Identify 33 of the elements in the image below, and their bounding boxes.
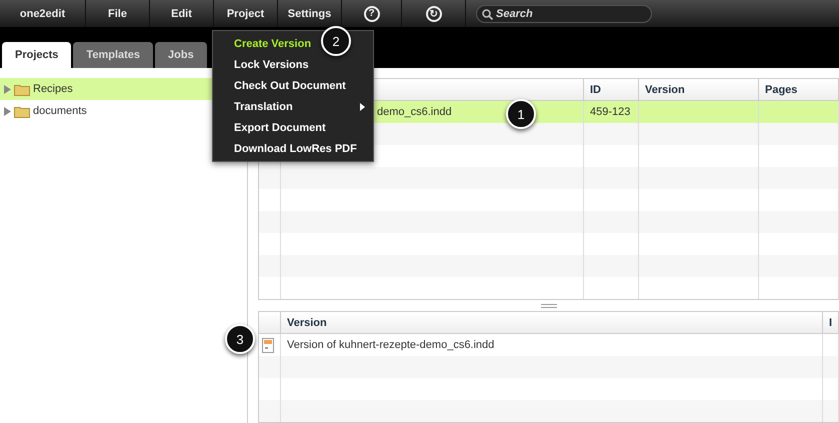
splitter-handle-icon[interactable] bbox=[540, 304, 556, 308]
menu-item[interactable]: Create Version bbox=[213, 33, 320, 54]
column-header[interactable]: Version bbox=[639, 79, 759, 101]
table-cell: 459-123 bbox=[590, 106, 630, 118]
column-header[interactable]: I bbox=[823, 312, 839, 334]
menu-item[interactable]: Edit bbox=[171, 8, 192, 20]
search-field[interactable]: Search bbox=[476, 4, 652, 22]
column-header[interactable]: Pages bbox=[759, 79, 839, 101]
menu-item[interactable]: Download LowRes PDF bbox=[213, 138, 365, 159]
folder-name: Recipes bbox=[33, 83, 73, 95]
menu-item[interactable]: Lock Versions bbox=[213, 54, 317, 75]
tab[interactable]: Jobs bbox=[155, 42, 207, 68]
table-row[interactable]: Version of kuhnert-rezepte-demo_cs6.indd bbox=[259, 334, 839, 356]
search-icon bbox=[482, 8, 493, 20]
menu-item[interactable]: Settings bbox=[288, 8, 332, 20]
table-cell: demo_cs6.indd bbox=[377, 106, 452, 118]
expand-arrow-icon[interactable] bbox=[4, 84, 11, 94]
callout-number: 3 bbox=[225, 324, 255, 354]
menu-item[interactable]: File bbox=[108, 8, 127, 20]
refresh-button[interactable]: ↻ bbox=[426, 6, 442, 22]
app-name: one2edit bbox=[20, 8, 66, 20]
column-header[interactable]: Version bbox=[281, 312, 823, 334]
folder-name: documents bbox=[33, 105, 87, 117]
tab[interactable]: Templates bbox=[73, 42, 154, 68]
tab[interactable]: Projects bbox=[2, 42, 72, 68]
column-header[interactable]: ID bbox=[584, 79, 639, 101]
folder-icon bbox=[14, 82, 30, 96]
table-cell: Version of kuhnert-rezepte-demo_cs6.indd bbox=[287, 339, 494, 351]
folder-icon bbox=[14, 104, 30, 118]
help-button[interactable]: ? bbox=[364, 6, 380, 22]
expand-arrow-icon[interactable] bbox=[4, 106, 11, 116]
menu-item[interactable]: Project bbox=[226, 8, 264, 20]
document-icon bbox=[262, 338, 274, 352]
